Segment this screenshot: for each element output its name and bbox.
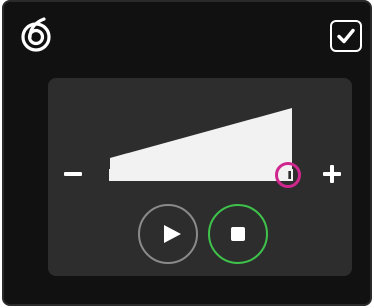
decrease-volume-button[interactable]: [60, 161, 86, 187]
volume-slider-knob[interactable]: [275, 162, 302, 188]
play-button[interactable]: [138, 204, 198, 264]
confirm-button[interactable]: [330, 20, 362, 52]
volume-ramp[interactable]: [108, 106, 294, 182]
increase-volume-button[interactable]: [319, 161, 345, 187]
volume-dialog: [2, 0, 372, 306]
stop-icon: [231, 227, 245, 241]
swirl-logo-icon: [18, 16, 54, 52]
volume-track-fill: [110, 170, 289, 180]
player-panel: [48, 78, 352, 276]
play-icon: [164, 225, 181, 243]
checkmark-icon: [337, 28, 355, 44]
stop-button[interactable]: [208, 204, 268, 264]
